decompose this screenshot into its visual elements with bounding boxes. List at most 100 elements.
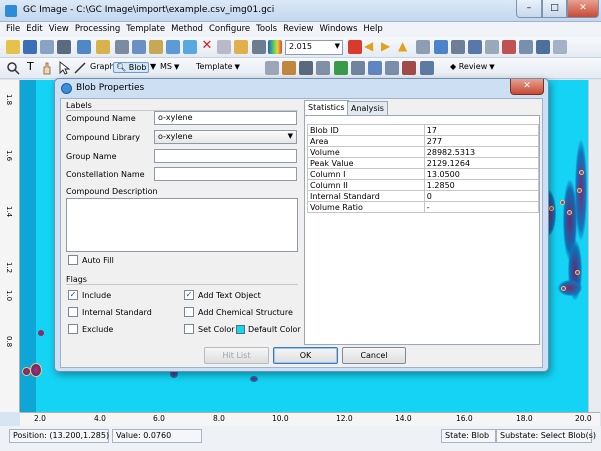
save-as-icon[interactable] <box>40 40 54 54</box>
review-tool[interactable]: ◆ Review ▼ <box>450 62 495 71</box>
blob-tool[interactable]: 🔍︎ Blob <box>113 62 150 73</box>
compound-library-select[interactable]: o-xylene ▼ <box>154 130 297 144</box>
peak-marker[interactable] <box>549 206 554 211</box>
undo-icon[interactable] <box>96 40 110 54</box>
ruler-icon[interactable] <box>265 61 279 75</box>
dialog-close-button[interactable]: ✕ <box>510 79 544 95</box>
table-icon[interactable] <box>434 40 448 54</box>
include-checkbox[interactable]: ✓ <box>68 290 78 300</box>
dialog-title-bar[interactable]: Blob Properties ✕ <box>55 79 548 98</box>
save-icon[interactable] <box>23 40 37 54</box>
vertical-scrollbar[interactable] <box>588 80 601 412</box>
template-tool[interactable]: Template ▼ <box>196 62 240 71</box>
up-arrow-icon[interactable]: ▲ <box>398 40 412 54</box>
ok-button[interactable]: OK <box>273 347 338 364</box>
compound-name-field[interactable]: o-xylene <box>154 111 297 125</box>
constellation-name-field[interactable] <box>154 167 297 181</box>
add-chemical-structure-checkbox[interactable] <box>184 307 194 317</box>
close-window-button[interactable]: ✕ <box>567 0 599 18</box>
menu-processing[interactable]: Processing <box>72 22 123 37</box>
menu-file[interactable]: File <box>3 22 23 37</box>
ms-tool[interactable]: MS ▼ <box>160 62 179 71</box>
print-icon[interactable] <box>57 40 71 54</box>
menu-windows[interactable]: Windows <box>316 22 360 37</box>
stamp-icon[interactable] <box>299 61 313 75</box>
peak-marker[interactable] <box>567 210 572 215</box>
menu-tools[interactable]: Tools <box>253 22 280 37</box>
menu-template[interactable]: Template <box>123 22 168 37</box>
back-arrow-icon[interactable]: ◀ <box>364 40 378 54</box>
minimize-button[interactable]: – <box>516 0 542 18</box>
table-row: Internal Standard 0 <box>307 190 540 202</box>
pan-hand-icon[interactable] <box>40 61 54 75</box>
peak-marker[interactable] <box>577 188 582 193</box>
flag-icon[interactable] <box>402 61 416 75</box>
menu-help[interactable]: Help <box>360 22 385 37</box>
auto-fill-checkbox[interactable] <box>68 255 78 265</box>
target-icon[interactable] <box>368 61 382 75</box>
cut-icon[interactable] <box>115 40 129 54</box>
film-icon[interactable] <box>536 40 550 54</box>
internal-standard-checkbox[interactable] <box>68 307 78 317</box>
peak-marker[interactable] <box>575 270 580 275</box>
menu-edit[interactable]: Edit <box>23 22 45 37</box>
tab-statistics[interactable]: Statistics <box>304 100 349 115</box>
stat-value: 2129.1264 <box>423 157 540 169</box>
blob-chevron-down-icon[interactable]: ▼ <box>150 62 156 71</box>
exclude-checkbox[interactable] <box>68 324 78 334</box>
peak-marker[interactable] <box>560 200 565 205</box>
delete-icon[interactable]: ✕ <box>200 39 214 54</box>
set-color-checkbox[interactable] <box>184 324 194 334</box>
group-name-field[interactable] <box>154 149 297 163</box>
peak-marker[interactable] <box>579 170 584 175</box>
gear-icon[interactable] <box>385 61 399 75</box>
add-text-object-checkbox[interactable]: ✓ <box>184 290 194 300</box>
report-icon[interactable] <box>451 40 465 54</box>
layers-icon[interactable] <box>420 61 434 75</box>
zoom-icon[interactable] <box>183 40 197 54</box>
zoom-search-icon[interactable] <box>6 61 20 75</box>
hit-list-button[interactable]: Hit List <box>204 347 269 364</box>
colormap-icon[interactable] <box>268 40 282 54</box>
stop-icon[interactable] <box>348 40 362 54</box>
menu-review[interactable]: Review <box>280 22 316 37</box>
menu-configure[interactable]: Configure <box>206 22 253 37</box>
chart-icon[interactable] <box>416 40 430 54</box>
compare-icon[interactable] <box>485 40 499 54</box>
scale-icon[interactable] <box>282 61 296 75</box>
compound-description-textarea[interactable] <box>66 198 298 252</box>
filter-icon[interactable] <box>351 61 365 75</box>
zoom-level-combo[interactable]: 2.015 ▼ <box>285 40 343 55</box>
menu-method[interactable]: Method <box>168 22 206 37</box>
menu-view[interactable]: View <box>46 22 72 37</box>
maximize-button[interactable]: □ <box>542 0 567 18</box>
open-folder-icon[interactable] <box>6 40 20 54</box>
export-icon[interactable] <box>502 40 516 54</box>
peak-blob[interactable] <box>22 367 31 376</box>
paste-icon[interactable] <box>149 40 163 54</box>
peak-blob[interactable] <box>38 330 44 336</box>
window-icon[interactable] <box>553 40 567 54</box>
peak-marker[interactable] <box>561 286 566 291</box>
color-swatch[interactable] <box>236 325 245 334</box>
forward-arrow-icon[interactable]: ▶ <box>381 40 395 54</box>
select-all-icon[interactable] <box>166 40 180 54</box>
measure-icon[interactable] <box>316 61 330 75</box>
line-tool-icon[interactable] <box>73 61 87 75</box>
peak-blob[interactable] <box>250 376 258 382</box>
text-tool-icon[interactable]: T <box>27 60 34 73</box>
database-icon[interactable] <box>468 40 482 54</box>
copy-icon[interactable] <box>132 40 146 54</box>
clear-icon[interactable] <box>217 40 231 54</box>
pointer-icon[interactable] <box>57 61 71 75</box>
window-title: GC Image - C:\GC Image\import\example.cs… <box>23 5 275 15</box>
refresh-icon[interactable] <box>334 61 348 75</box>
image-icon[interactable] <box>519 40 533 54</box>
peak-blob[interactable] <box>30 363 42 377</box>
add-text-object-label: Add Text Object <box>198 291 261 300</box>
properties-icon[interactable] <box>77 40 91 54</box>
tab-analysis[interactable]: Analysis <box>347 101 388 115</box>
tag-icon[interactable] <box>234 40 248 54</box>
calculator-icon[interactable] <box>252 40 266 54</box>
cancel-button[interactable]: Cancel <box>342 347 406 364</box>
